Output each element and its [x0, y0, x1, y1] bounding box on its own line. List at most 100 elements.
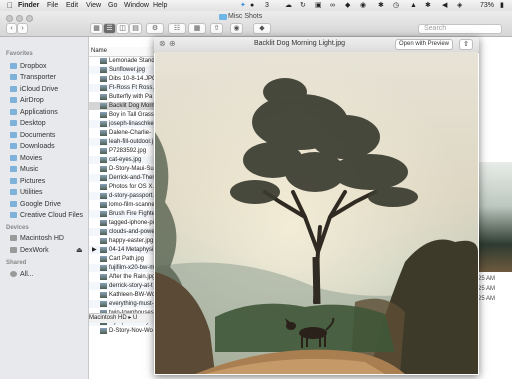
file-row[interactable]: Brush Fire Fighter	[89, 210, 155, 218]
zoom-button[interactable]	[26, 15, 33, 22]
menu-go[interactable]: Go	[108, 1, 117, 10]
menu-status-number[interactable]: 3	[265, 1, 269, 10]
file-row[interactable]: cat-eyes.jpg	[89, 156, 155, 164]
sidebar-item-all[interactable]: All...	[10, 270, 34, 280]
file-row[interactable]: Kathleen-BW-Wo	[89, 291, 155, 299]
sidebar-item-downloads[interactable]: Downloads	[10, 142, 55, 152]
path-text[interactable]: Macintosh HD ▸ U	[89, 315, 137, 321]
sidebar-item-documents[interactable]: Documents	[10, 131, 55, 141]
file-row[interactable]: tagged-iphone-pi	[89, 219, 155, 227]
share-icon[interactable]: ⇧	[459, 39, 473, 50]
eye-icon[interactable]: ◉	[230, 23, 243, 34]
open-with-preview-button[interactable]: Open with Preview	[395, 39, 453, 50]
file-row[interactable]: Butterfly with Pa	[89, 93, 155, 101]
sidebar-item-airdrop[interactable]: AirDrop	[10, 96, 44, 106]
sidebar-item-creative-cloud[interactable]: Creative Cloud Files	[10, 211, 83, 221]
bluetooth-icon[interactable]: ✱	[378, 1, 384, 10]
file-row[interactable]: lomo-film-scanne	[89, 201, 155, 209]
file-row[interactable]: fujifilm-x20-bw-m	[89, 264, 155, 272]
creative-cloud-icon[interactable]: ∞	[330, 1, 335, 10]
dropbox-icon[interactable]: ◆	[345, 1, 350, 10]
list-view-icon[interactable]: ☰	[103, 23, 116, 34]
file-row[interactable]: Dalene-Charlie-	[89, 129, 155, 137]
sidebar-item-music[interactable]: Music	[10, 165, 38, 175]
sidebar-item-desktop[interactable]: Desktop	[10, 119, 46, 129]
sidebar-item-dexwork[interactable]: DexWork ⏏	[10, 246, 83, 256]
menu-view[interactable]: View	[86, 1, 101, 10]
minimize-button[interactable]	[16, 15, 23, 22]
battery-percent[interactable]: 73%	[480, 1, 494, 10]
coverflow-view-icon[interactable]: ▤	[129, 23, 142, 34]
sync-icon[interactable]: ↻	[300, 1, 306, 10]
group-icon[interactable]: ▦	[188, 23, 206, 34]
share-toolbar-icon[interactable]: ⇧	[210, 23, 223, 34]
file-row[interactable]: happy-easter.jpg	[89, 237, 155, 245]
file-row[interactable]: Backlit Dog Morn	[89, 102, 155, 110]
file-row[interactable]: derrick-story-at-t	[89, 282, 155, 290]
close-button[interactable]	[6, 15, 13, 22]
documents-icon	[10, 132, 17, 138]
wifi-icon[interactable]: ◈	[457, 1, 462, 10]
battery-icon[interactable]: ▮	[500, 1, 504, 10]
file-row[interactable]: leah-fill-outdoor.j	[89, 138, 155, 146]
file-name: Derrick-and-Ther	[109, 175, 155, 181]
forward-button[interactable]: ›	[17, 23, 28, 34]
file-row[interactable]: d-story-passport.	[89, 192, 155, 200]
twitter-icon[interactable]: ✦	[240, 1, 246, 10]
sidebar-item-icloud-drive[interactable]: iCloud Drive	[10, 85, 58, 95]
back-button[interactable]: ‹	[6, 23, 17, 34]
file-row[interactable]: everything-must-	[89, 300, 155, 308]
fullscreen-icon[interactable]: ⊕	[169, 39, 176, 48]
cloud-icon[interactable]: ☁	[285, 1, 292, 10]
menu-window[interactable]: Window	[124, 1, 149, 10]
sidebar-item-google-drive[interactable]: Google Drive	[10, 200, 61, 210]
menu-finder[interactable]: Finder	[18, 1, 39, 10]
menu-file[interactable]: File	[47, 1, 58, 10]
disclosure-icon[interactable]: ▶	[92, 246, 97, 254]
file-row[interactable]: Photos for OS X.j	[89, 183, 155, 191]
sidebar-item-macintosh-hd[interactable]: Macintosh HD	[10, 234, 64, 244]
gear-icon[interactable]: ⚙	[146, 23, 164, 34]
dropbox-toolbar-icon[interactable]: ◆	[253, 23, 271, 34]
file-row[interactable]: joseph-linaschke	[89, 120, 155, 128]
disk-icon	[10, 247, 17, 253]
close-icon[interactable]: ⊗	[159, 39, 166, 48]
arrange-icon[interactable]: ☷	[168, 23, 186, 34]
file-row[interactable]: Cart Path.jpg	[89, 255, 155, 263]
sidebar-item-transporter[interactable]: Transporter	[10, 73, 56, 83]
sidebar-item-movies[interactable]: Movies	[10, 154, 42, 164]
file-row[interactable]: After the Rain.jpg	[89, 273, 155, 281]
eject-icon[interactable]: ⏏	[76, 246, 83, 256]
file-row[interactable]: Sunflower.jpg	[89, 66, 155, 74]
bluetooth2-icon[interactable]: ✱	[425, 1, 431, 10]
file-row[interactable]: D-Story-Maui-Su	[89, 165, 155, 173]
apple-menu-icon[interactable]: 	[7, 1, 13, 10]
menu-help[interactable]: Help	[153, 1, 167, 10]
time-machine-icon[interactable]: ◷	[393, 1, 399, 10]
file-row[interactable]: Dibs 10-8-14.JPG	[89, 75, 155, 83]
file-row[interactable]: clouds-and-powe	[89, 228, 155, 236]
status-icon[interactable]: ●	[250, 1, 254, 10]
name-column-header[interactable]: Name	[89, 47, 155, 57]
column-view-icon[interactable]: ◫	[116, 23, 129, 34]
file-row[interactable]: Lemonade Stand	[89, 57, 155, 65]
finder-toolbar: Misc Shots ‹ › ▦ ☰ ◫ ▤ ⚙ ☷ ▦ ⇧ ◉ ◆ Searc…	[0, 11, 512, 37]
sidebar-item-pictures[interactable]: Pictures	[10, 177, 45, 187]
sidebar-item-applications[interactable]: Applications	[10, 108, 58, 118]
file-row[interactable]: Derrick-and-Ther	[89, 174, 155, 182]
drive-icon[interactable]: ▲	[410, 1, 417, 10]
search-input[interactable]: Search	[418, 24, 502, 34]
sidebar-item-dropbox[interactable]: Dropbox	[10, 62, 46, 72]
sidebar-item-utilities[interactable]: Utilities	[10, 188, 43, 198]
file-row[interactable]: P7283592.jpg	[89, 147, 155, 155]
icon-view-icon[interactable]: ▦	[90, 23, 103, 34]
file-row[interactable]: Ft-Ross Ft Ross.j	[89, 84, 155, 92]
file-row[interactable]: D-Story-Nov-Wo	[89, 327, 155, 335]
volume-icon[interactable]: ◀	[442, 1, 447, 10]
file-row[interactable]: Boy in Tall Grass.	[89, 111, 155, 119]
record-icon[interactable]: ◉	[360, 1, 366, 10]
file-row[interactable]: 04-14 Metaphysi ▶	[89, 246, 155, 254]
desktop-icon	[10, 120, 17, 126]
lock-icon[interactable]: ▣	[315, 1, 322, 10]
menu-edit[interactable]: Edit	[66, 1, 78, 10]
